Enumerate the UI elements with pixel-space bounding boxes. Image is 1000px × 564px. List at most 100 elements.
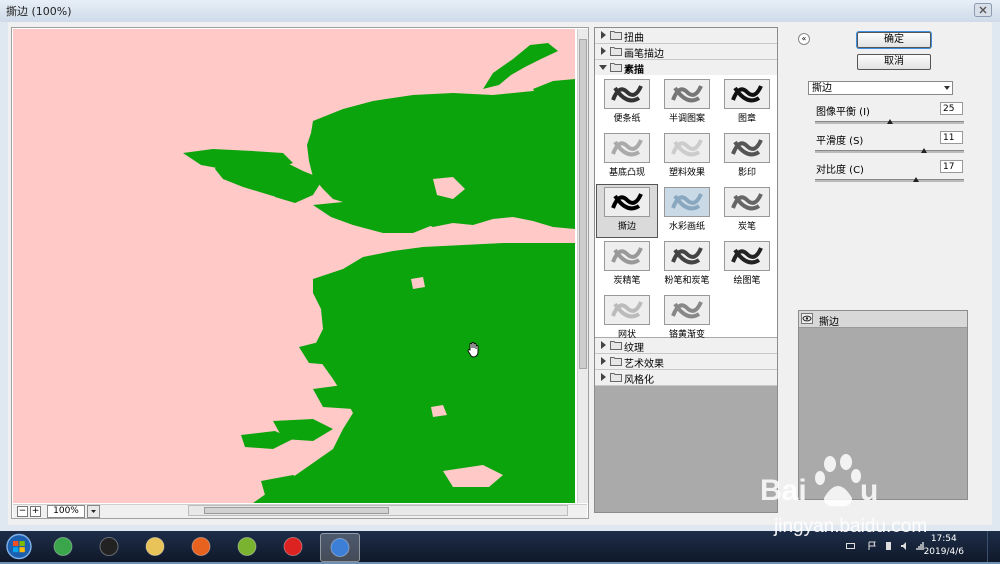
preview-image: [13, 29, 575, 503]
chevron-right-icon: [601, 47, 606, 55]
baidu-watermark: Bai u jingyan.baidu.com: [760, 450, 970, 545]
filter-item[interactable]: 绘图笔: [717, 239, 777, 291]
folder-icon: [610, 47, 622, 56]
eye-icon[interactable]: [801, 313, 813, 324]
param-value-field[interactable]: 11: [940, 131, 963, 144]
category-label: 风格化: [624, 375, 654, 386]
folder-icon: [610, 31, 622, 40]
category-stylize[interactable]: 风格化: [595, 370, 777, 386]
clock-date: 2019/4/6: [923, 547, 964, 557]
param-value-field[interactable]: 17: [940, 160, 963, 173]
filter-label: 撕边: [617, 222, 636, 232]
folder-icon: [610, 373, 622, 382]
chevron-right-icon: [601, 373, 606, 381]
refresh-app-icon[interactable]: [44, 533, 82, 560]
graphic-pen-thumb: [724, 241, 770, 271]
category-artistic[interactable]: 艺术效果: [595, 354, 777, 370]
effect-layer-row[interactable]: 撕边: [799, 311, 967, 328]
preview-horizontal-scrollbar[interactable]: [188, 505, 568, 516]
conte-crayon-thumb: [604, 241, 650, 271]
watermark-text: jingyan.baidu.com: [774, 516, 928, 537]
filter-label: 塑料效果: [668, 168, 705, 178]
slider-thumb[interactable]: [913, 177, 920, 182]
show-desktop-button[interactable]: [987, 531, 1000, 562]
record-icon[interactable]: [274, 533, 312, 560]
hand-cursor-icon: [467, 342, 479, 358]
collapse-gallery-button[interactable]: «: [798, 33, 810, 45]
filter-item[interactable]: 水彩画纸: [657, 185, 717, 237]
filter-label: 基底凸现: [608, 168, 645, 178]
svg-text:u: u: [860, 474, 878, 507]
category-texture[interactable]: 纹理: [595, 338, 777, 354]
folder-icon: [610, 341, 622, 350]
charcoal-thumb: [724, 187, 770, 217]
param-label: 平滑度 (S): [816, 136, 864, 147]
note-paper-thumb: [604, 79, 650, 109]
reticulation-thumb: [604, 295, 650, 325]
filter-item[interactable]: 塑料效果: [657, 131, 717, 183]
file-explorer-icon[interactable]: [136, 533, 174, 560]
media-player-icon[interactable]: [228, 533, 266, 560]
category-label: 纹理: [624, 343, 644, 354]
filter-item[interactable]: 炭精笔: [597, 239, 657, 291]
folder-icon: [610, 357, 622, 366]
title-bar[interactable]: 撕边 (100%): [0, 0, 1000, 22]
start-button[interactable]: [2, 532, 36, 561]
photocopy-thumb: [724, 133, 770, 163]
qq-icon[interactable]: [90, 533, 128, 560]
param-slider[interactable]: [815, 177, 964, 182]
param-label: 对比度 (C): [816, 165, 864, 176]
settings-panel: « 确定 取消 撕边 图像平衡 (I) 25 平滑度 (S) 11 对比度 (C) 17 …: [784, 27, 992, 513]
filter-item[interactable]: 基底凸现: [597, 131, 657, 183]
zoom-out-button[interactable]: −: [17, 506, 28, 517]
chevron-right-icon: [601, 31, 606, 39]
halftone-thumb: [664, 79, 710, 109]
chevron-down-icon: [599, 65, 607, 70]
filter-item[interactable]: 撕边: [596, 184, 658, 238]
filter-item[interactable]: 炭笔: [717, 185, 777, 237]
category-brush-strokes[interactable]: 画笔描边: [595, 44, 777, 60]
filter-label: 粉笔和炭笔: [664, 276, 710, 286]
zoom-in-button[interactable]: +: [30, 506, 41, 517]
torn-edges-thumb: [604, 187, 650, 217]
preview-canvas[interactable]: [13, 29, 575, 503]
category-sketch[interactable]: 素描: [595, 60, 777, 76]
filter-label: 便条纸: [613, 114, 641, 124]
filter-item[interactable]: 粉笔和炭笔: [657, 239, 717, 291]
param-slider[interactable]: [815, 148, 964, 153]
filter-item[interactable]: 便条纸: [597, 77, 657, 129]
zoom-level-field[interactable]: 100%: [47, 505, 85, 518]
param-value-field[interactable]: 25: [940, 102, 963, 115]
plaster-thumb: [664, 133, 710, 163]
filter-item[interactable]: 图章: [717, 77, 777, 129]
effect-layer-label: 撕边: [819, 317, 839, 328]
filter-label: 半调图案: [668, 114, 705, 124]
svg-text:Bai: Bai: [760, 474, 807, 507]
filter-item[interactable]: 影印: [717, 131, 777, 183]
filter-label: 影印: [737, 168, 756, 178]
vertical-scroll-thumb[interactable]: [579, 39, 587, 369]
firefox-icon[interactable]: [182, 533, 220, 560]
param-slider[interactable]: [815, 119, 964, 124]
horizontal-scroll-thumb[interactable]: [204, 507, 389, 514]
slider-thumb[interactable]: [920, 148, 927, 153]
filter-label: 图章: [737, 114, 756, 124]
baidu-paw-logo: Bai u: [760, 454, 878, 507]
param-label: 图像平衡 (I): [816, 107, 870, 118]
preview-vertical-scrollbar[interactable]: [577, 29, 588, 503]
filter-item[interactable]: 半调图案: [657, 77, 717, 129]
feather-app-icon[interactable]: [320, 533, 360, 562]
slider-thumb[interactable]: [886, 119, 893, 124]
folder-open-icon: [610, 63, 622, 72]
chevron-right-icon: [601, 341, 606, 349]
filter-label: 绘图笔: [733, 276, 761, 286]
category-distort[interactable]: 扭曲: [595, 28, 777, 44]
close-icon[interactable]: [974, 3, 992, 17]
zoom-dropdown-button[interactable]: [87, 505, 100, 518]
category-label: 艺术效果: [624, 359, 664, 370]
cancel-button[interactable]: 取消: [857, 54, 931, 70]
filter-select[interactable]: 撕边: [808, 81, 953, 95]
category-label: 扭曲: [624, 33, 644, 44]
water-paper-thumb: [664, 187, 710, 217]
ok-button[interactable]: 确定: [857, 32, 931, 48]
